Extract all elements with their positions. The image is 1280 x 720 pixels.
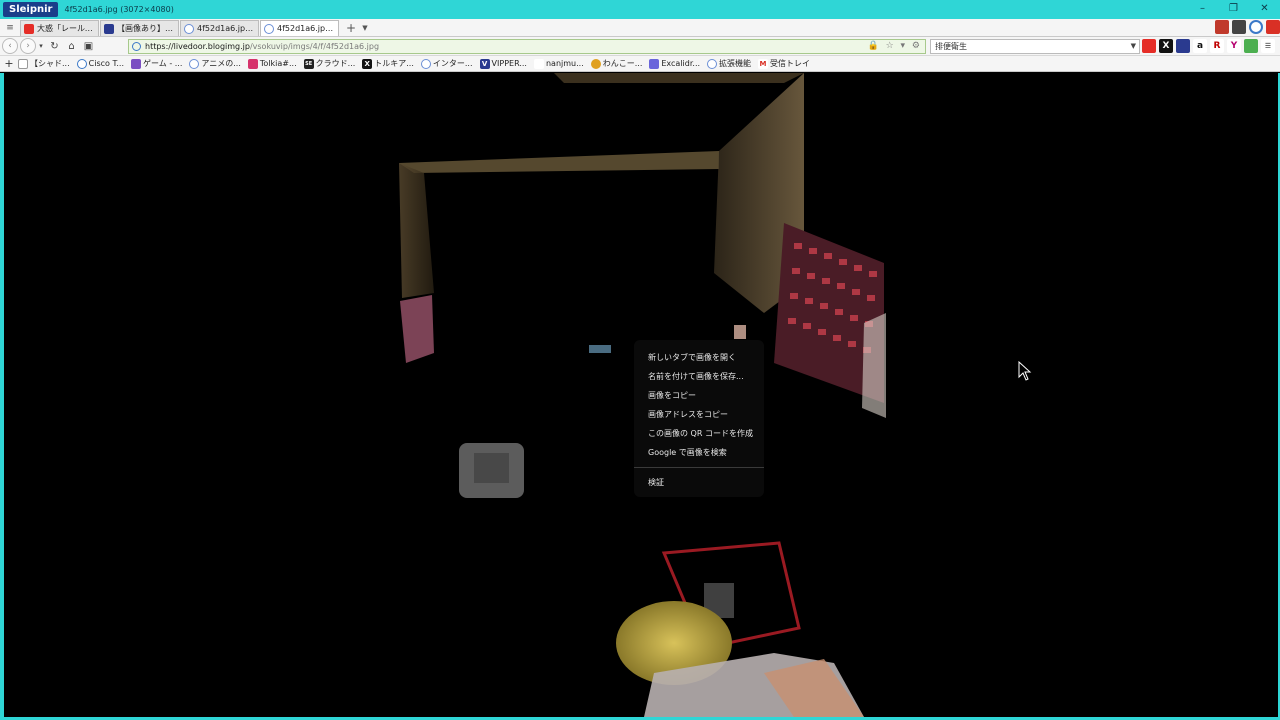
bookmark-icon: X [362, 58, 373, 69]
tab-1[interactable]: 大惑「レールガン」... [20, 20, 99, 36]
home-icon[interactable]: ⌂ [63, 41, 80, 52]
settings-icon[interactable] [1232, 20, 1246, 34]
amazon-search-icon[interactable]: a [1193, 39, 1207, 53]
bookmark-item[interactable]: SE クラウド... [303, 58, 355, 69]
bookmark-icon [420, 58, 431, 69]
bookmark-item[interactable]: ゲーム - ... [131, 58, 182, 69]
bookmark-item[interactable]: インター... [420, 58, 473, 69]
more-engines-icon[interactable]: ☰ [1261, 39, 1275, 53]
search-image-google-item[interactable]: Google で画像を検索 [634, 443, 764, 462]
bookmark-icon [18, 58, 28, 69]
bookmark-icon [131, 58, 142, 69]
menu-divider [634, 467, 764, 468]
create-qr-code-item[interactable]: この画像の QR コードを作成 [634, 424, 764, 443]
tab-4-active[interactable]: 4f52d1a6.jpg (3... [260, 20, 339, 36]
bookmark-item[interactable]: 拡張機能 [707, 58, 751, 69]
bookmark-icon [189, 58, 200, 69]
youtube-icon [24, 23, 34, 34]
tab-label: 4f52d1a6.jpg (3... [277, 24, 335, 33]
bookmark-item[interactable]: わんこー... [590, 58, 642, 69]
dictionary-search-icon[interactable] [1176, 39, 1190, 53]
tab-bar: ≡ 大惑「レールガン」... 【画像あり】ヌキ部... 4f52d1a6.jpg… [0, 19, 1280, 37]
tab-label: 4f52d1a6.jpg (3... [197, 24, 255, 33]
rakuten-search-icon[interactable]: R [1210, 39, 1224, 53]
url-text: https://livedoor.blogimg.jp/vsokuvip/img… [145, 42, 380, 51]
search-engine-dropdown-icon[interactable]: ▼ [1131, 40, 1136, 53]
window-title: 4f52d1a6.jpg (3072×4080) [64, 5, 174, 14]
search-engine-icons: X a R Y ☰ [1142, 39, 1275, 53]
yahoo-search-icon[interactable]: Y [1227, 39, 1241, 53]
sync-icon[interactable] [1249, 20, 1263, 34]
reload-icon[interactable]: ↻ [46, 41, 63, 52]
tab-dropdown-icon[interactable]: ▼ [359, 20, 371, 36]
v-site-icon [104, 23, 114, 34]
minimize-button[interactable]: – [1187, 0, 1218, 19]
address-bar[interactable]: https://livedoor.blogimg.jp/vsokuvip/img… [128, 39, 926, 54]
bookmark-icon [247, 58, 258, 69]
history-dropdown-icon[interactable]: ▾ [36, 42, 46, 50]
save-image-as-item[interactable]: 名前を付けて画像を保存... [634, 367, 764, 386]
image-viewer[interactable]: 新しいタブで画像を開く 名前を付けて画像を保存... 画像をコピー 画像アドレス… [4, 73, 1278, 717]
bookmark-item[interactable]: X トルキア... [362, 58, 414, 69]
bookmark-icon [590, 58, 601, 69]
bookmark-icon: V [479, 58, 490, 69]
copy-image-item[interactable]: 画像をコピー [634, 386, 764, 405]
bookmark-icon [76, 58, 87, 69]
x-search-icon[interactable]: X [1159, 39, 1173, 53]
tab-3[interactable]: 4f52d1a6.jpg (3... [180, 20, 259, 36]
bookmark-item[interactable]: アニメの... [189, 58, 241, 69]
bookmark-item[interactable]: V VIPPER... [479, 58, 527, 69]
bookmark-icon [533, 58, 544, 69]
search-input[interactable]: 排便衛生 ▼ [930, 39, 1140, 54]
bookmark-item[interactable]: Excalidr... [649, 58, 700, 69]
window-controls: – ❐ ✕ [1187, 0, 1280, 19]
globe-icon [184, 23, 194, 34]
pen-icon[interactable] [1266, 20, 1280, 34]
copy-image-address-item[interactable]: 画像アドレスをコピー [634, 405, 764, 424]
bookmark-icon: M [758, 58, 769, 69]
add-bookmark-icon[interactable]: + [0, 57, 18, 70]
inspect-item[interactable]: 検証 [634, 473, 764, 492]
address-actions[interactable]: 🔒 ☆ ▾ ⚙ [868, 40, 922, 53]
tab-2[interactable]: 【画像あり】ヌキ部... [100, 20, 179, 36]
site-globe-icon [132, 42, 141, 51]
bookmark-icon: SE [303, 58, 314, 69]
bookmark-item[interactable]: M 受信トレイ [758, 58, 810, 69]
title-bar: Sleipnir 4f52d1a6.jpg (3072×4080) – ❐ ✕ [0, 0, 1280, 19]
context-menu: 新しいタブで画像を開く 名前を付けて画像を保存... 画像をコピー 画像アドレス… [634, 340, 764, 497]
new-tab-button[interactable]: + [343, 20, 359, 36]
mouse-cursor-icon [1018, 361, 1032, 381]
tab-list-icon[interactable]: ≡ [0, 20, 20, 36]
google-search-icon[interactable] [1244, 39, 1258, 53]
bookmark-item[interactable]: Cisco T... [76, 58, 124, 69]
app-logo[interactable]: Sleipnir [3, 2, 59, 17]
extension-icon[interactable] [1215, 20, 1229, 34]
bookmark-item[interactable]: 【シャド... [18, 58, 70, 69]
window-frame-left [0, 73, 4, 720]
navigation-bar: ‹ › ▾ ↻ ⌂ ▣ https://livedoor.blogimg.jp/… [0, 37, 1280, 56]
youtube-search-icon[interactable] [1142, 39, 1156, 53]
bookmarks-bar: + 【シャド... Cisco T... ゲーム - ... アニメの... T… [0, 56, 1280, 72]
restore-button[interactable]: ❐ [1218, 0, 1249, 19]
page-info-icon[interactable]: ▣ [80, 41, 97, 52]
bookmark-icon [707, 58, 718, 69]
tab-label: 【画像あり】ヌキ部... [117, 24, 175, 33]
forward-button[interactable]: › [20, 38, 36, 54]
globe-icon [264, 23, 274, 34]
bookmark-item[interactable]: Tolkia#... [247, 58, 297, 69]
open-image-new-tab-item[interactable]: 新しいタブで画像を開く [634, 348, 764, 367]
back-button[interactable]: ‹ [2, 38, 18, 54]
bookmark-item[interactable]: nanjmu... [533, 58, 584, 69]
toolbar-icons [1215, 20, 1280, 34]
tab-label: 大惑「レールガン」... [37, 24, 95, 33]
bookmark-icon [649, 58, 660, 69]
close-button[interactable]: ✕ [1249, 0, 1280, 19]
